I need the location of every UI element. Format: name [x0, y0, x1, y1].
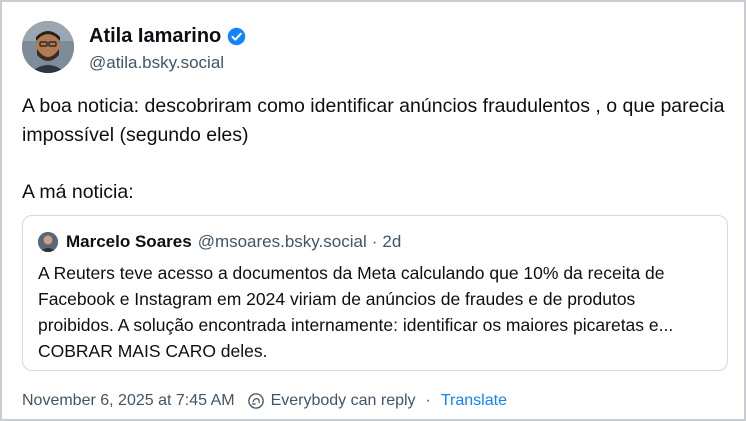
author-avatar[interactable]	[22, 21, 74, 73]
verified-badge-icon	[227, 27, 246, 46]
quoted-post[interactable]: Marcelo Soares @msoares.bsky.social · 2d…	[22, 215, 728, 371]
post-footer: November 6, 2025 at 7:45 AM Everybody ca…	[22, 392, 507, 410]
author-name-row: Atila Iamarino	[89, 25, 246, 48]
post-body: A boa noticia: descobriram como identifi…	[22, 92, 728, 207]
separator-dot: ·	[371, 232, 378, 251]
quoted-author-name: Marcelo Soares	[66, 232, 192, 251]
post-paragraph: A boa noticia: descobriram como identifi…	[22, 95, 725, 146]
reply-settings-icon	[247, 392, 265, 410]
author-handle[interactable]: @atila.bsky.social	[89, 53, 224, 73]
translate-link[interactable]: Translate	[441, 392, 507, 410]
quoted-post-age: 2d	[382, 232, 402, 251]
reply-settings-label[interactable]: Everybody can reply	[271, 392, 416, 410]
post-card: Atila Iamarino @atila.bsky.social A boa …	[0, 0, 746, 421]
quoted-author-avatar	[38, 232, 58, 252]
quoted-post-text: A Reuters teve acesso a documentos da Me…	[38, 263, 674, 361]
author-display-name[interactable]: Atila Iamarino	[89, 25, 221, 48]
post-timestamp[interactable]: November 6, 2025 at 7:45 AM	[22, 392, 235, 410]
separator-dot: ·	[425, 392, 431, 409]
quoted-author-handle: @msoares.bsky.social	[197, 232, 367, 251]
quoted-post-header: Marcelo Soares @msoares.bsky.social · 2d	[38, 232, 401, 252]
post-paragraph: A má noticia:	[22, 181, 134, 203]
